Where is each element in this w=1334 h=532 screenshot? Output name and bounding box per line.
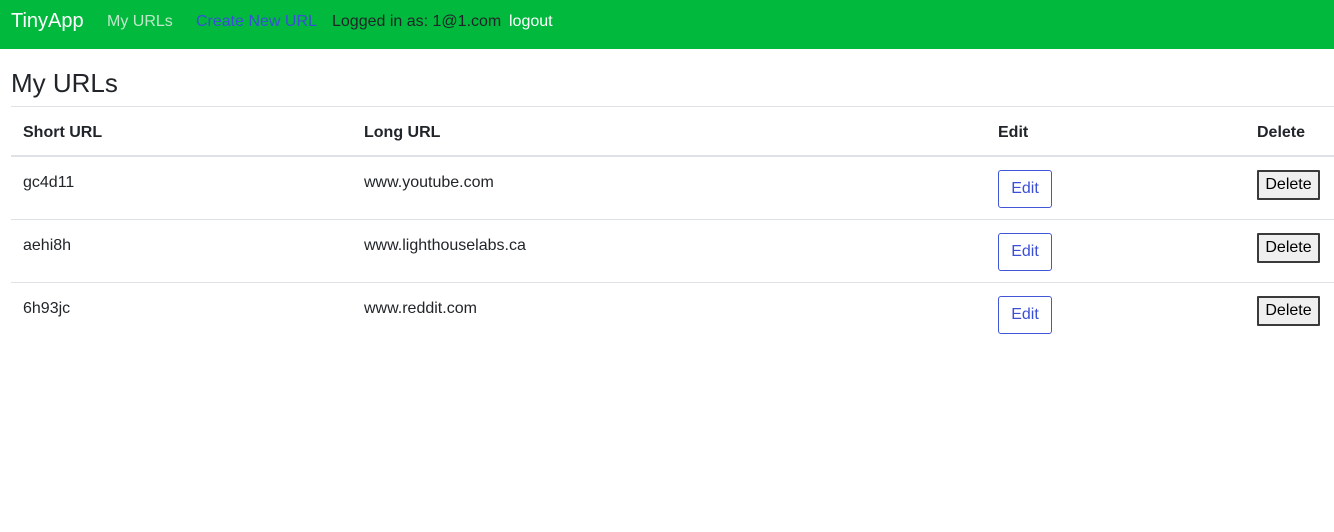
table-row: 6h93jc www.reddit.com Edit Delete bbox=[11, 283, 1334, 346]
urls-table: Short URL Long URL Edit Delete gc4d11 ww… bbox=[11, 106, 1334, 346]
table-row: gc4d11 www.youtube.com Edit Delete bbox=[11, 157, 1334, 220]
logged-in-status: Logged in as: 1@1.com bbox=[332, 13, 502, 30]
long-url-cell: www.youtube.com bbox=[364, 174, 494, 191]
nav-link-my-urls[interactable]: My URLs bbox=[107, 12, 173, 32]
navbar: TinyApp My URLs Create New URL Logged in… bbox=[0, 0, 1334, 49]
table-header-row: Short URL Long URL Edit Delete bbox=[11, 107, 1334, 157]
delete-button[interactable]: Delete bbox=[1257, 170, 1320, 200]
edit-button[interactable]: Edit bbox=[998, 170, 1052, 208]
delete-button[interactable]: Delete bbox=[1257, 233, 1320, 263]
table-row: aehi8h www.lighthouselabs.ca Edit Delete bbox=[11, 220, 1334, 283]
delete-button[interactable]: Delete bbox=[1257, 296, 1320, 326]
brand-link[interactable]: TinyApp bbox=[11, 9, 84, 33]
short-url-cell: 6h93jc bbox=[23, 300, 71, 317]
edit-button[interactable]: Edit bbox=[998, 296, 1052, 334]
column-header-short-url: Short URL bbox=[23, 124, 103, 141]
column-header-long-url: Long URL bbox=[364, 124, 441, 141]
long-url-cell: www.lighthouselabs.ca bbox=[364, 237, 526, 254]
column-header-delete: Delete bbox=[1257, 124, 1306, 141]
short-url-cell: aehi8h bbox=[23, 237, 72, 254]
short-url-cell: gc4d11 bbox=[23, 174, 75, 191]
logout-button[interactable]: logout bbox=[509, 12, 553, 32]
nav-link-create-new-url[interactable]: Create New URL bbox=[196, 12, 317, 32]
long-url-cell: www.reddit.com bbox=[364, 300, 477, 317]
column-header-edit: Edit bbox=[998, 124, 1029, 141]
edit-button[interactable]: Edit bbox=[998, 233, 1052, 271]
page-title: My URLs bbox=[11, 68, 118, 98]
